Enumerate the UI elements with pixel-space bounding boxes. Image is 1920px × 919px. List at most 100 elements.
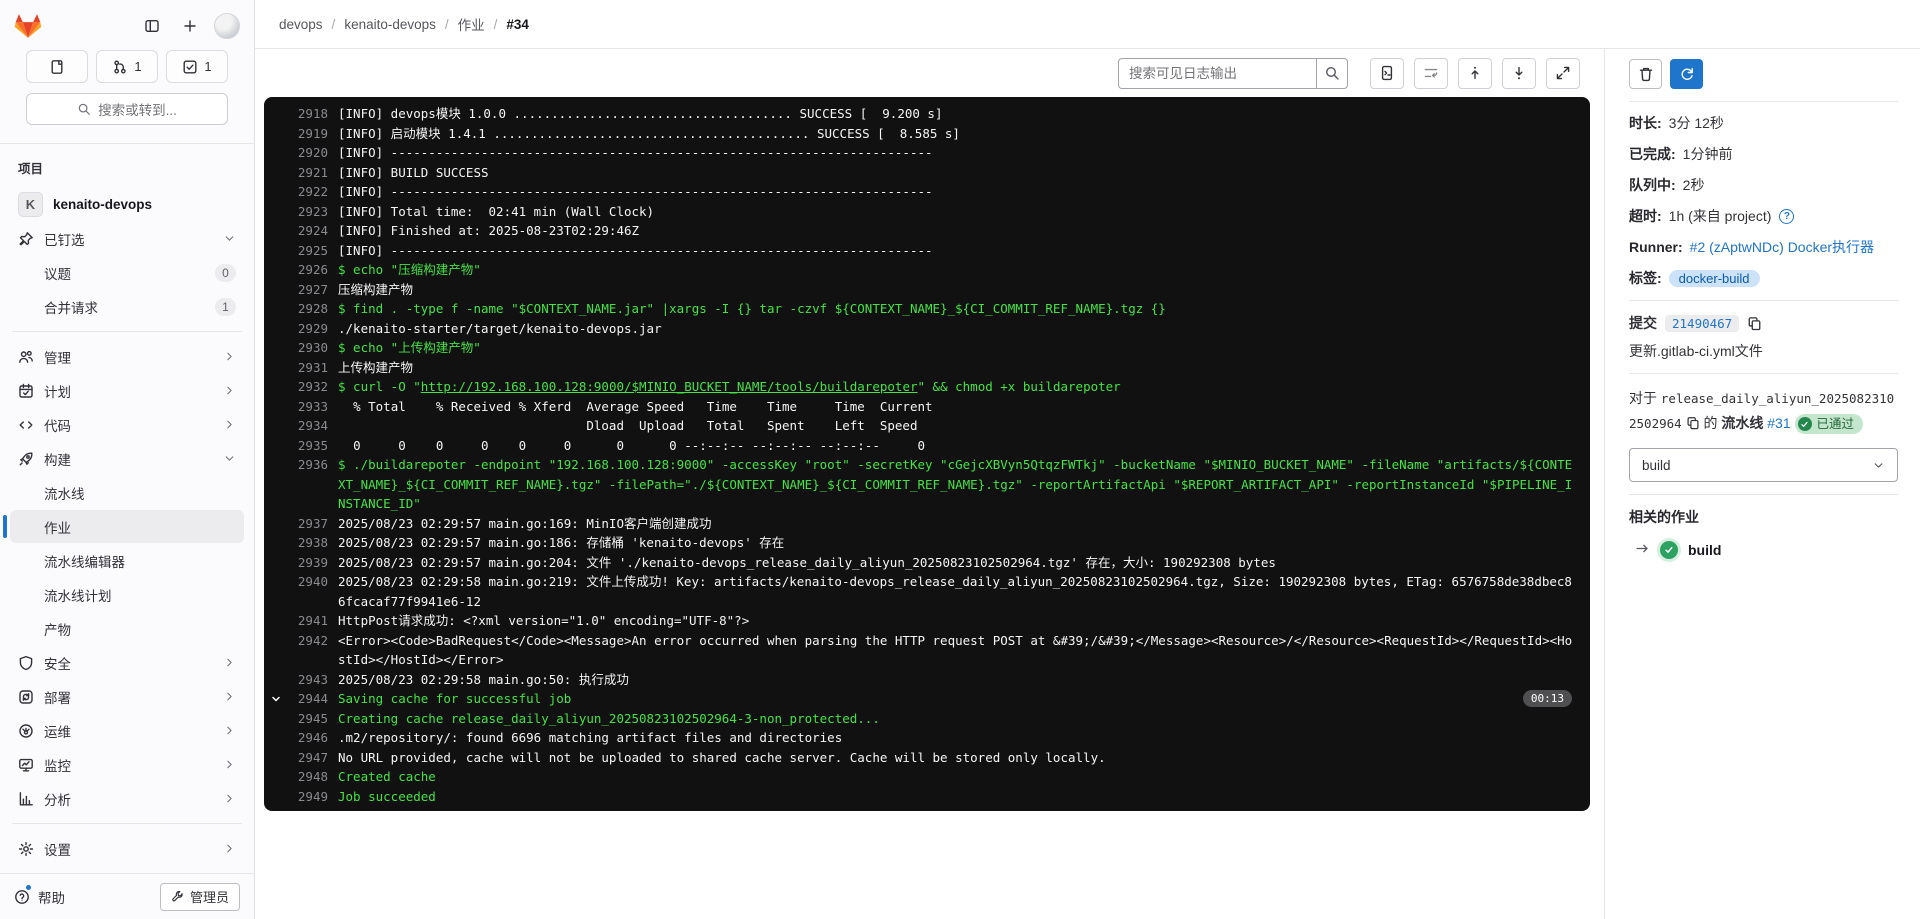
- sidebar-item-settings[interactable]: 设置: [10, 832, 244, 865]
- log-line: 2934 Dload Upload Total Spent Left Speed: [266, 416, 1576, 436]
- log-line-number[interactable]: 2928: [286, 299, 328, 319]
- log-line-number[interactable]: 2938: [286, 533, 328, 553]
- log-line-number[interactable]: 2918: [286, 104, 328, 124]
- copy-ref-button[interactable]: [1686, 416, 1700, 430]
- scroll-to-bottom-button[interactable]: [1502, 58, 1536, 89]
- log-line-text: $ curl -O "http://192.168.100.128:9000/$…: [338, 377, 1576, 397]
- chart-icon: [18, 791, 34, 807]
- sidebar-item-analyze[interactable]: 分析: [10, 782, 244, 815]
- wrap-lines-button[interactable]: [1414, 58, 1448, 89]
- log-line-number[interactable]: 2949: [286, 787, 328, 807]
- log-text-segment: $ curl -O ": [338, 379, 421, 394]
- stage-dropdown[interactable]: build: [1629, 448, 1898, 482]
- log-line-text: [INFO] Finished at: 2025-08-23T02:29:46Z: [338, 221, 1576, 241]
- breadcrumb-item[interactable]: kenaito-devops: [344, 17, 436, 32]
- log-search-button[interactable]: [1316, 58, 1348, 89]
- log-line-number[interactable]: 2947: [286, 748, 328, 768]
- wrench-icon: [171, 890, 184, 903]
- pipeline-number-link[interactable]: #31: [1767, 415, 1790, 431]
- sidebar-item-合并请求[interactable]: 合并请求1: [10, 290, 244, 323]
- commit-label: 提交: [1629, 313, 1657, 333]
- log-line-number[interactable]: 2934: [286, 416, 328, 436]
- log-line-number[interactable]: 2948: [286, 767, 328, 787]
- sidebar-item-manage[interactable]: 管理: [10, 340, 244, 373]
- create-new-button[interactable]: [176, 12, 204, 40]
- retry-job-button[interactable]: [1670, 59, 1703, 89]
- detail-row-tags: 标签:docker-build: [1629, 268, 1898, 288]
- log-line-number[interactable]: 2929: [286, 319, 328, 339]
- log-line-number[interactable]: 2941: [286, 611, 328, 631]
- breadcrumb-item[interactable]: 作业: [458, 14, 485, 34]
- log-line-number[interactable]: 2926: [286, 260, 328, 280]
- sidebar-item-pipeline-schedules[interactable]: 流水线计划: [10, 578, 244, 611]
- log-line-number[interactable]: 2944: [286, 689, 328, 709]
- log-line-number[interactable]: 2930: [286, 338, 328, 358]
- log-search-input[interactable]: [1118, 58, 1316, 89]
- gitlab-logo-icon[interactable]: [14, 12, 42, 40]
- raw-log-button[interactable]: [1370, 58, 1404, 89]
- help-question-icon[interactable]: ?: [1779, 209, 1794, 224]
- log-line-number[interactable]: 2935: [286, 436, 328, 456]
- log-line-number[interactable]: 2945: [286, 709, 328, 729]
- log-line-number[interactable]: 2922: [286, 182, 328, 202]
- log-line-number[interactable]: 2943: [286, 670, 328, 690]
- sidebar-item-jobs[interactable]: 作业: [10, 510, 244, 543]
- log-line-number[interactable]: 2942: [286, 631, 328, 651]
- erase-log-button[interactable]: [1629, 59, 1662, 89]
- sidebar-item-议题[interactable]: 议题0: [10, 256, 244, 289]
- sidebar-item-code[interactable]: 代码: [10, 408, 244, 441]
- sidebar-item-deploy[interactable]: 部署: [10, 680, 244, 713]
- todo-count: 1: [204, 59, 211, 74]
- log-line-number[interactable]: 2924: [286, 221, 328, 241]
- sidebar-item-label: 流水线计划: [44, 585, 236, 605]
- merge-requests-count-button[interactable]: 1: [96, 50, 158, 83]
- sidebar-item-pipeline-editor[interactable]: 流水线编辑器: [10, 544, 244, 577]
- sidebar-item-label: 安全: [44, 653, 213, 673]
- detail-value[interactable]: #2 (zAptwNDc) Docker执行器: [1690, 237, 1874, 257]
- sidebar-item-project[interactable]: K kenaito-devops: [10, 188, 244, 221]
- log-line-number[interactable]: 2933: [286, 397, 328, 417]
- log-line-number[interactable]: 2919: [286, 124, 328, 144]
- scroll-to-top-button[interactable]: [1458, 58, 1492, 89]
- log-line-number[interactable]: 2940: [286, 572, 328, 592]
- fullscreen-button[interactable]: [1546, 58, 1580, 89]
- todos-count-button[interactable]: 1: [166, 50, 228, 83]
- log-line-number[interactable]: 2920: [286, 143, 328, 163]
- log-line-number[interactable]: 2923: [286, 202, 328, 222]
- section-chevron-icon[interactable]: [266, 689, 286, 709]
- sidebar-item-build[interactable]: 构建: [10, 442, 244, 475]
- log-line-number[interactable]: 2932: [286, 377, 328, 397]
- help-menu[interactable]: 帮助: [14, 887, 65, 907]
- log-line-text: ./kenaito-starter/target/kenaito-devops.…: [338, 319, 1576, 339]
- sidebar-toggle-button[interactable]: [138, 12, 166, 40]
- log-line: 2932 $ curl -O "http://192.168.100.128:90…: [266, 377, 1576, 397]
- chevron-down-icon: [1872, 459, 1885, 472]
- log-line-number[interactable]: 2921: [286, 163, 328, 183]
- sidebar-item-operate[interactable]: 运维: [10, 714, 244, 747]
- log-line-number[interactable]: 2936: [286, 455, 328, 475]
- sidebar-item-secure[interactable]: 安全: [10, 646, 244, 679]
- sidebar-item-pinned[interactable]: 已钉选: [10, 222, 244, 255]
- search-or-go-field[interactable]: 搜索或转到...: [26, 93, 228, 125]
- log-line-number[interactable]: 2946: [286, 728, 328, 748]
- log-line-number[interactable]: 2931: [286, 358, 328, 378]
- breadcrumb-item[interactable]: devops: [279, 17, 323, 32]
- log-line-number[interactable]: 2939: [286, 553, 328, 573]
- pipeline-status-badge[interactable]: 已通过: [1795, 414, 1864, 434]
- sidebar-item-artifacts[interactable]: 产物: [10, 612, 244, 645]
- admin-area-button[interactable]: 管理员: [160, 883, 240, 911]
- sidebar-footer: 帮助 管理员: [0, 873, 254, 919]
- log-line-number[interactable]: 2937: [286, 514, 328, 534]
- sidebar-item-plan[interactable]: 计划: [10, 374, 244, 407]
- commit-sha[interactable]: 21490467: [1665, 315, 1739, 332]
- admin-label: 管理员: [190, 887, 229, 906]
- log-line-number[interactable]: 2927: [286, 280, 328, 300]
- user-avatar[interactable]: [214, 13, 240, 39]
- sidebar-item-monitor[interactable]: 监控: [10, 748, 244, 781]
- log-line-number[interactable]: 2925: [286, 241, 328, 261]
- sidebar-item-pipelines[interactable]: 流水线: [10, 476, 244, 509]
- breadcrumb-item[interactable]: #34: [506, 17, 529, 32]
- related-job-item[interactable]: build: [1629, 539, 1898, 561]
- issues-count-button[interactable]: [26, 50, 88, 83]
- copy-commit-sha-button[interactable]: [1747, 316, 1762, 331]
